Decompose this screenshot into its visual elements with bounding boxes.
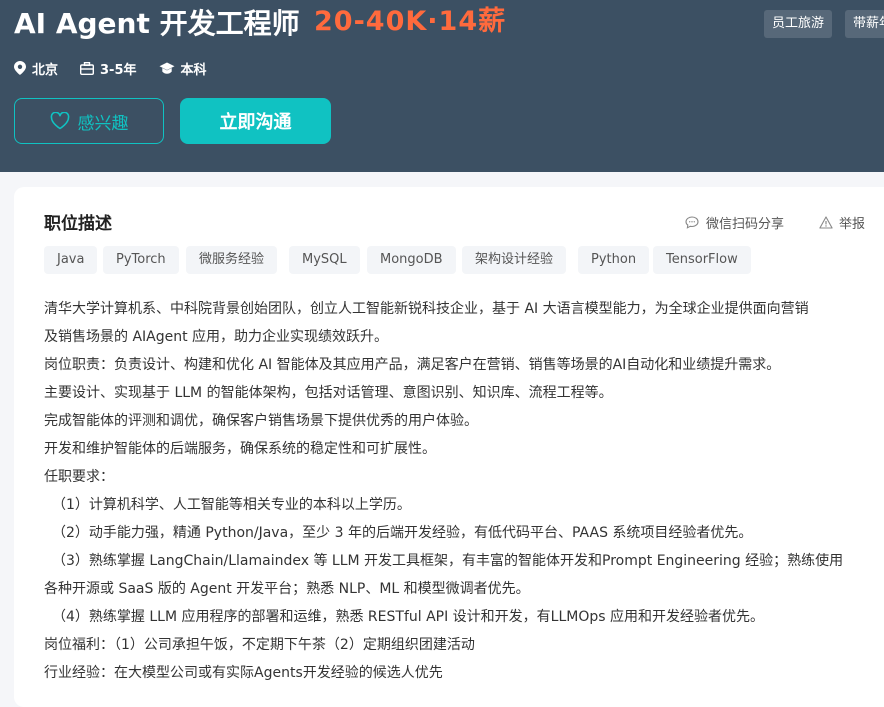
salary: 20-40K·14薪 [314,6,507,37]
job-header: AI Agent 开发工程师 20-40K·14薪 员工旅游 带薪年假 北京 3… [0,0,884,172]
description-line: （2）动手能力强，精通 Python/Java，至少 3 年的后端开发经验，有低… [52,525,753,541]
skill-tag: Java [44,246,98,274]
description-line: 及销售场景的 AIAgent 应用，助力企业实现绩效跃升。 [44,329,389,345]
benefit-tag: 员工旅游 [764,10,833,38]
description-line: （4）熟练掌握 LLM 应用程序的部署和运维，熟悉 RESTful API 设计… [52,609,765,625]
share-label: 微信扫码分享 [706,217,785,232]
meta-experience: 3-5年 [80,59,137,78]
benefit-tag: 带薪年假 [845,10,884,38]
location-pin-icon [14,61,26,75]
warning-icon [819,216,833,229]
description-line: 岗位职责：负责设计、构建和优化 AI 智能体及其应用产品，满足客户在营销、销售等… [44,357,781,373]
description-line: 岗位福利：（1）公司承担午饭，不定期下午茶（2）定期组织团建活动 [44,637,475,653]
job-meta: 北京 3-5年 本科 [14,58,229,78]
description-line: （3）熟练掌握 LangChain/Llamaindex 等 LLM 开发工具框… [52,553,844,569]
heart-icon [50,112,69,130]
city-label: 北京 [32,62,59,78]
interest-label: 感兴趣 [77,113,129,134]
description-line: 完成智能体的评测和调优，确保客户销售场景下提供优秀的用户体验。 [44,413,478,429]
job-title: AI Agent 开发工程师 [14,7,300,40]
chat-bubble-icon [685,216,699,229]
experience-label: 3-5年 [100,62,137,78]
skill-tag: MySQL [289,246,360,274]
description-line: （1）计算机科学、人工智能等相关专业的本科以上学历。 [52,497,411,513]
job-description-card: 职位描述 微信扫码分享 举报 Java PyTorch 微服务经验 MySQL … [14,187,884,707]
description-line: 开发和维护智能体的后端服务，确保系统的稳定性和可扩展性。 [44,441,436,457]
report-button[interactable]: 举报 [819,213,865,232]
description-line: 主要设计、实现基于 LLM 的智能体架构，包括对话管理、意图识别、知识库、流程工… [44,385,613,401]
wechat-share-button[interactable]: 微信扫码分享 [685,213,784,232]
meta-education: 本科 [159,59,207,78]
section-title: 职位描述 [44,214,112,234]
report-label: 举报 [839,217,866,232]
skill-tag: 架构设计经验 [462,246,567,274]
description-line: 各种开源或 SaaS 版的 Agent 开发平台；熟悉 NLP、ML 和模型微调… [44,581,530,597]
job-description: 清华大学计算机系、中科院背景创始团队，创立人工智能新锐科技企业，基于 AI 大语… [44,295,870,687]
chat-now-button[interactable]: 立即沟通 [180,98,331,144]
meta-city: 北京 [14,59,58,78]
interest-button[interactable]: 感兴趣 [14,98,164,144]
description-line: 清华大学计算机系、中科院背景创始团队，创立人工智能新锐科技企业，基于 AI 大语… [44,301,809,317]
skill-tag: MongoDB [367,246,456,274]
skill-tag: 微服务经验 [186,246,278,274]
graduation-cap-icon [159,62,175,74]
skill-tag: TensorFlow [653,246,751,274]
education-label: 本科 [180,62,207,78]
description-line: 行业经验：在大模型公司或有实际Agents开发经验的候选人优先 [44,665,443,681]
briefcase-icon [80,61,95,75]
description-line: 任职要求： [44,469,114,485]
skill-tag: PyTorch [103,246,179,274]
skill-tag: Python [578,246,650,274]
